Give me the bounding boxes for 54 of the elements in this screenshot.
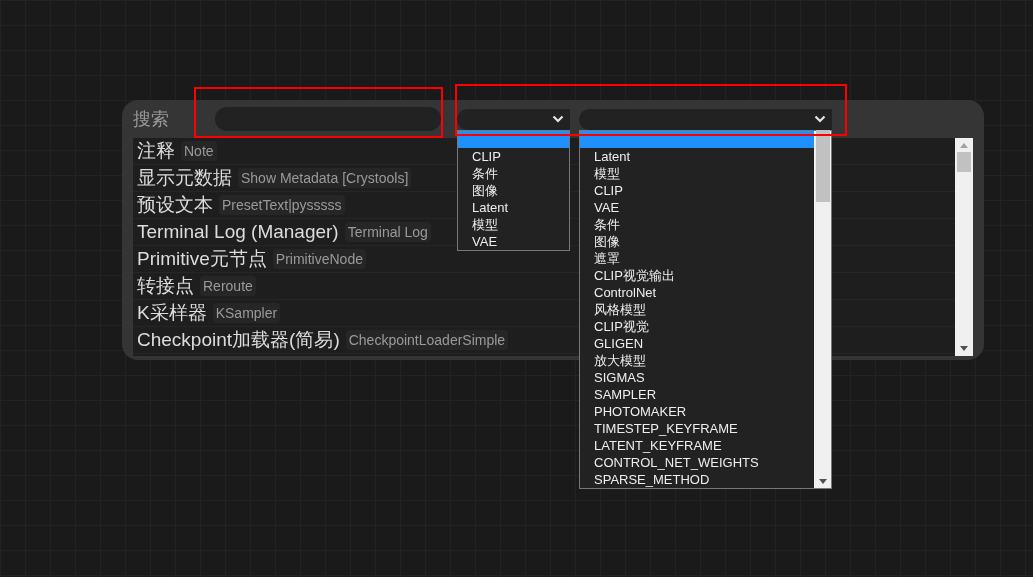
- dropdown-option[interactable]: CLIP: [580, 181, 814, 199]
- dropdown-option[interactable]: Latent: [458, 198, 569, 216]
- dropdown-option[interactable]: SPARSE_METHOD: [580, 470, 814, 488]
- dropdown-option[interactable]: VAE: [580, 198, 814, 216]
- dropdown-option[interactable]: 模型: [580, 164, 814, 182]
- scrollbar-thumb[interactable]: [815, 129, 830, 202]
- dropdown-option[interactable]: CLIP视觉输出: [580, 266, 814, 284]
- type-select[interactable]: [457, 108, 570, 130]
- scrollbar[interactable]: [814, 130, 831, 488]
- dropdown-option[interactable]: 图像: [458, 181, 569, 199]
- dropdown-option[interactable]: LATENT_KEYFRAME: [580, 436, 814, 454]
- node-type-tag: PresetText|pysssss: [219, 195, 345, 215]
- dropdown-option[interactable]: CONTROL_NET_WEIGHTS: [580, 453, 814, 471]
- dropdown-option[interactable]: TIMESTEP_KEYFRAME: [580, 419, 814, 437]
- dropdown-option[interactable]: CLIP: [458, 147, 569, 165]
- dropdown-option[interactable]: Latent: [580, 147, 814, 165]
- node-type-tag: Terminal Log: [344, 222, 431, 242]
- node-title: 转接点: [137, 274, 194, 298]
- chevron-down-icon: [814, 115, 826, 123]
- node-type-tag: Show Metadata [Crystools]: [238, 168, 412, 188]
- dropdown-option[interactable]: 条件: [580, 215, 814, 233]
- dropdown-option[interactable]: 条件: [458, 164, 569, 182]
- node-title: K采样器: [137, 301, 207, 325]
- dropdown-option[interactable]: 风格模型: [580, 300, 814, 318]
- scroll-down-icon: [960, 346, 968, 351]
- dropdown-option[interactable]: SIGMAS: [580, 368, 814, 386]
- scroll-down-icon: [818, 478, 827, 484]
- node-type-tag: PrimitiveNode: [272, 249, 366, 269]
- node-title: Primitive元节点: [137, 247, 267, 271]
- dropdown-option[interactable]: VAE: [458, 232, 569, 250]
- node-type-tag: Reroute: [200, 276, 256, 296]
- chevron-down-icon: [552, 115, 564, 123]
- dropdown-option[interactable]: 放大模型: [580, 351, 814, 369]
- node-title: 预设文本: [137, 193, 213, 217]
- scrollbar-thumb[interactable]: [957, 152, 971, 172]
- node-title: 显示元数据: [137, 166, 232, 190]
- search-field[interactable]: [215, 107, 441, 131]
- dropdown-option[interactable]: 遮罩: [580, 249, 814, 267]
- node-type-tag: KSampler: [212, 303, 281, 323]
- node-type-tag: CheckpointLoaderSimple: [345, 330, 509, 350]
- node-title: Checkpoint加载器(简易): [137, 328, 340, 352]
- dropdown-option[interactable]: 模型: [458, 215, 569, 233]
- search-label: 搜索: [133, 107, 170, 131]
- dropdown-option[interactable]: 图像: [580, 232, 814, 250]
- dropdown-option[interactable]: CLIP视觉: [580, 317, 814, 335]
- dropdown-option[interactable]: GLIGEN: [580, 334, 814, 352]
- scroll-up-icon: [960, 143, 968, 148]
- node-title: Terminal Log (Manager): [137, 220, 339, 244]
- dropdown-option[interactable]: PHOTOMAKER: [580, 402, 814, 420]
- dropdown-option[interactable]: SAMPLER: [580, 385, 814, 403]
- scrollbar[interactable]: [955, 138, 973, 356]
- dropdown-option[interactable]: ControlNet: [580, 283, 814, 301]
- node-type-tag: Note: [181, 141, 217, 161]
- node-title: 注释: [137, 139, 175, 163]
